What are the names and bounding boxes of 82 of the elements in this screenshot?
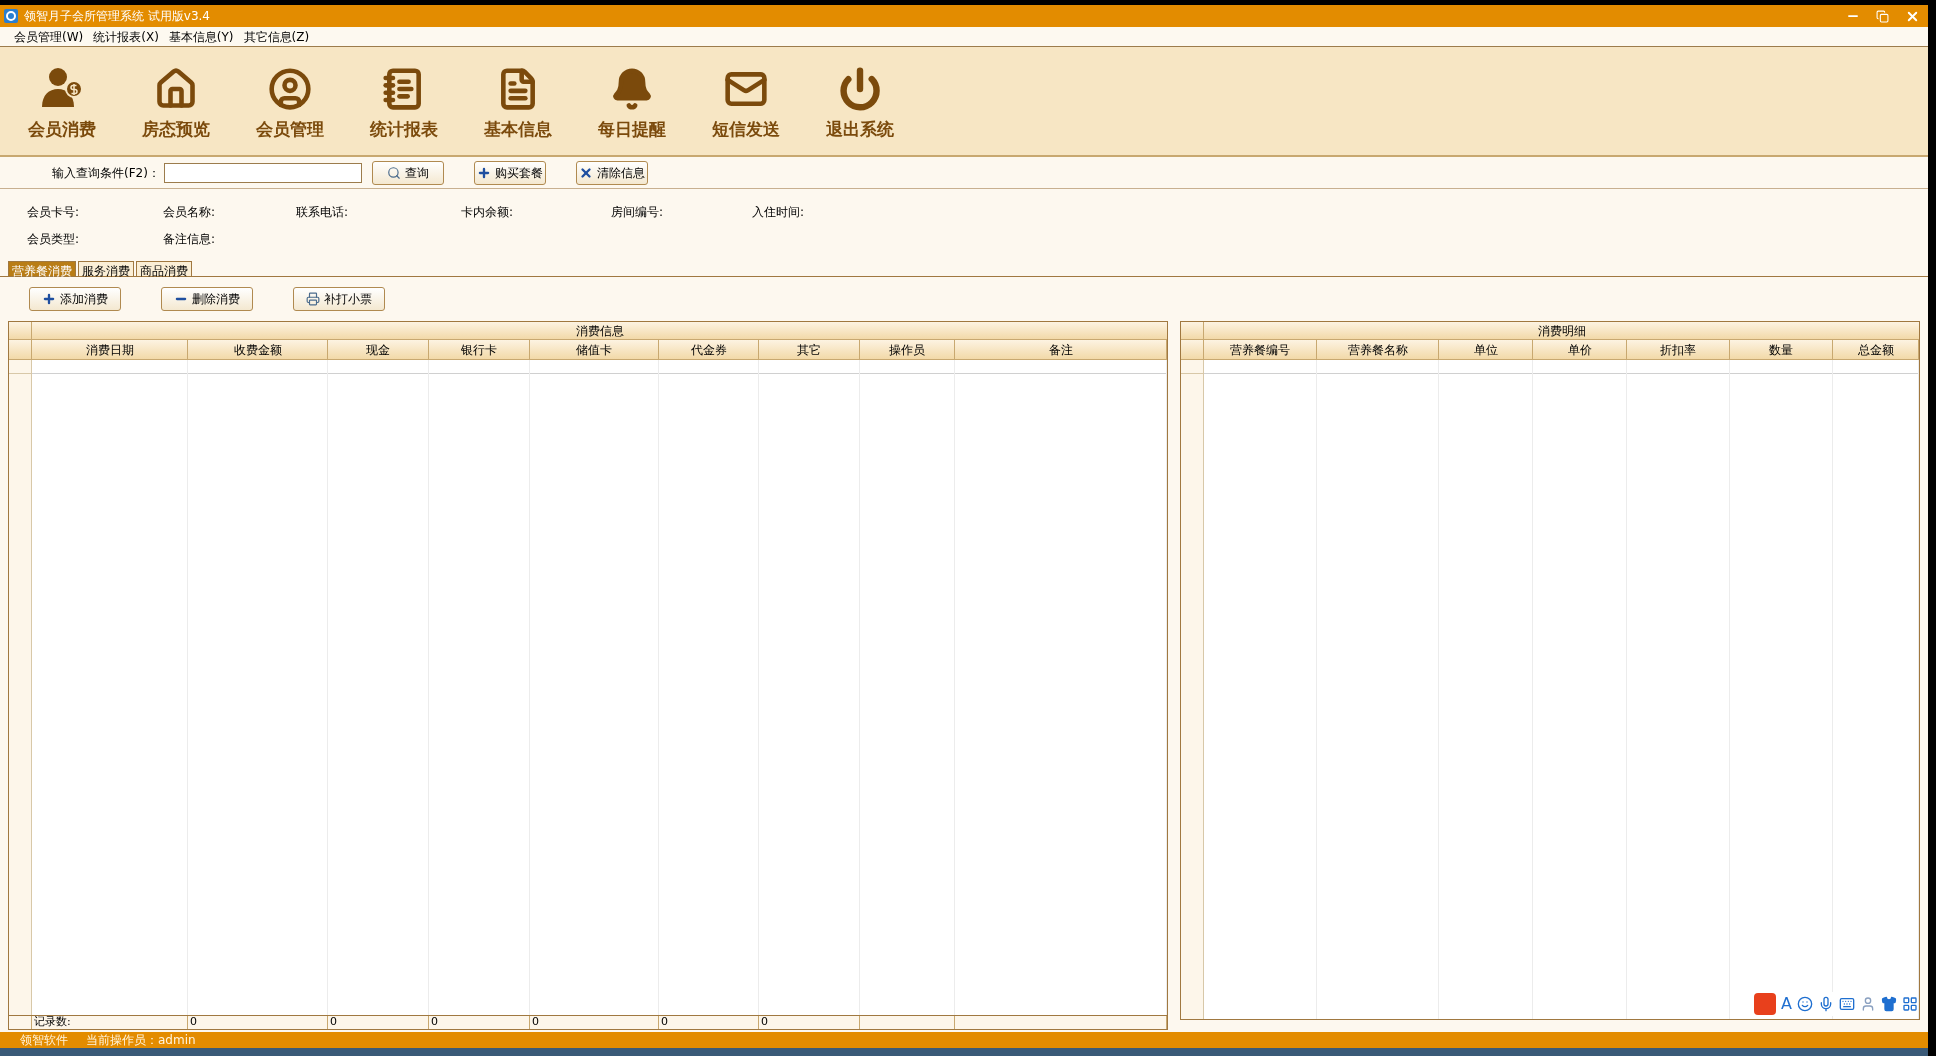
house-icon xyxy=(154,67,198,111)
column-header[interactable]: 其它 xyxy=(759,340,860,360)
printer-icon xyxy=(306,292,320,306)
column-header[interactable]: 现金 xyxy=(328,340,429,360)
plus-icon xyxy=(476,165,491,180)
toolbar-tile[interactable]: 短信发送 xyxy=(706,59,786,143)
column-header[interactable]: 总金额 xyxy=(1833,340,1919,360)
field-label: 会员卡号: xyxy=(27,204,81,221)
group-header: 消费信息 xyxy=(32,322,1167,340)
toolbar-tile[interactable]: 会员管理 xyxy=(250,59,330,143)
toolbar-button[interactable]: 查询 xyxy=(371,160,444,185)
column-header[interactable]: 消费日期 xyxy=(32,340,188,360)
column-header[interactable]: 银行卡 xyxy=(429,340,530,360)
footer-cell: 0 xyxy=(190,1014,197,1031)
column-header[interactable]: 备注 xyxy=(955,340,1167,360)
user-circle-icon xyxy=(268,67,312,111)
field-label: 入住时间: xyxy=(752,204,806,221)
tab[interactable]: 商品消费 xyxy=(136,261,192,276)
header-corner xyxy=(1181,322,1204,340)
window-title: 领智月子会所管理系统 试用版v3.4 xyxy=(24,8,210,25)
menu-item[interactable]: 其它信息(Z) xyxy=(243,27,310,46)
ime-logo-icon xyxy=(1754,993,1777,1015)
header-corner xyxy=(1181,340,1204,360)
field-label: 房间编号: xyxy=(611,204,665,221)
field-label: 会员类型: xyxy=(27,231,81,248)
toolbar-button[interactable]: 补打小票 xyxy=(293,287,385,311)
status-text: 领智软件 xyxy=(20,1032,68,1049)
column-header[interactable]: 代金券 xyxy=(659,340,759,360)
toolbar-button[interactable]: 删除消费 xyxy=(161,287,253,311)
shirt-icon[interactable] xyxy=(1881,996,1897,1012)
toolbar-tile[interactable]: 会员消费 xyxy=(22,59,102,143)
column-header[interactable]: 营养餐编号 xyxy=(1204,340,1317,360)
toolbar-button[interactable]: 添加消费 xyxy=(29,287,121,311)
footer-cell: 记录数: xyxy=(34,1014,71,1031)
user-icon[interactable] xyxy=(1860,996,1876,1012)
footer-cell: 0 xyxy=(661,1014,668,1031)
menu-item[interactable]: 统计报表(X) xyxy=(93,27,159,46)
tab[interactable]: 服务消费 xyxy=(78,261,134,276)
microphone-icon[interactable] xyxy=(1818,996,1834,1012)
column-header[interactable]: 单价 xyxy=(1533,340,1627,360)
menu-item[interactable]: 基本信息(Y) xyxy=(168,27,234,46)
status-text: 当前操作员：admin xyxy=(86,1032,196,1049)
field-label: 会员名称: xyxy=(163,204,217,221)
field-label: 备注信息: xyxy=(163,231,217,248)
group-header: 消费明细 xyxy=(1204,322,1919,340)
column-header[interactable]: 收费金额 xyxy=(188,340,328,360)
toolbar-tile[interactable]: 基本信息 xyxy=(478,59,558,143)
toolbar-tile[interactable]: 统计报表 xyxy=(364,59,444,143)
search-label: 输入查询条件(F2)： xyxy=(52,164,160,182)
keyboard-icon[interactable] xyxy=(1839,996,1855,1012)
header-corner xyxy=(9,340,32,360)
restore-icon[interactable] xyxy=(1876,9,1889,23)
grid-icon[interactable] xyxy=(1902,996,1918,1012)
search-field[interactable] xyxy=(163,162,362,183)
header-corner xyxy=(9,322,32,340)
footer-cell: 0 xyxy=(330,1014,337,1031)
footer-cell: 0 xyxy=(761,1014,768,1031)
plus-icon xyxy=(42,292,56,306)
bell-icon xyxy=(610,67,654,111)
footer-cell: 0 xyxy=(431,1014,438,1031)
toolbar-tile[interactable]: 退出系统 xyxy=(820,59,900,143)
ime-mode-label[interactable]: A xyxy=(1781,992,1792,1016)
close-icon xyxy=(578,165,593,180)
field-label: 联系电话: xyxy=(296,204,350,221)
toolbar-button[interactable]: 购买套餐 xyxy=(473,160,546,185)
toolbar-tile[interactable]: 房态预览 xyxy=(136,59,216,143)
power-icon xyxy=(838,67,882,111)
column-header[interactable]: 数量 xyxy=(1730,340,1833,360)
column-header[interactable]: 操作员 xyxy=(860,340,955,360)
column-header[interactable]: 储值卡 xyxy=(530,340,659,360)
smile-icon[interactable] xyxy=(1797,996,1813,1012)
footer-cell: 0 xyxy=(532,1014,539,1031)
toolbar-button[interactable]: 清除信息 xyxy=(575,160,648,185)
search-icon xyxy=(386,165,401,180)
column-header[interactable]: 折扣率 xyxy=(1627,340,1730,360)
tab[interactable]: 营养餐消费 xyxy=(8,261,76,276)
app-icon xyxy=(4,9,18,23)
menu-item[interactable]: 会员管理(W) xyxy=(14,27,84,46)
column-header[interactable]: 单位 xyxy=(1439,340,1533,360)
toolbar-tile[interactable]: 每日提醒 xyxy=(592,59,672,143)
column-header[interactable]: 营养餐名称 xyxy=(1317,340,1439,360)
field-label: 卡内余额: xyxy=(461,204,515,221)
